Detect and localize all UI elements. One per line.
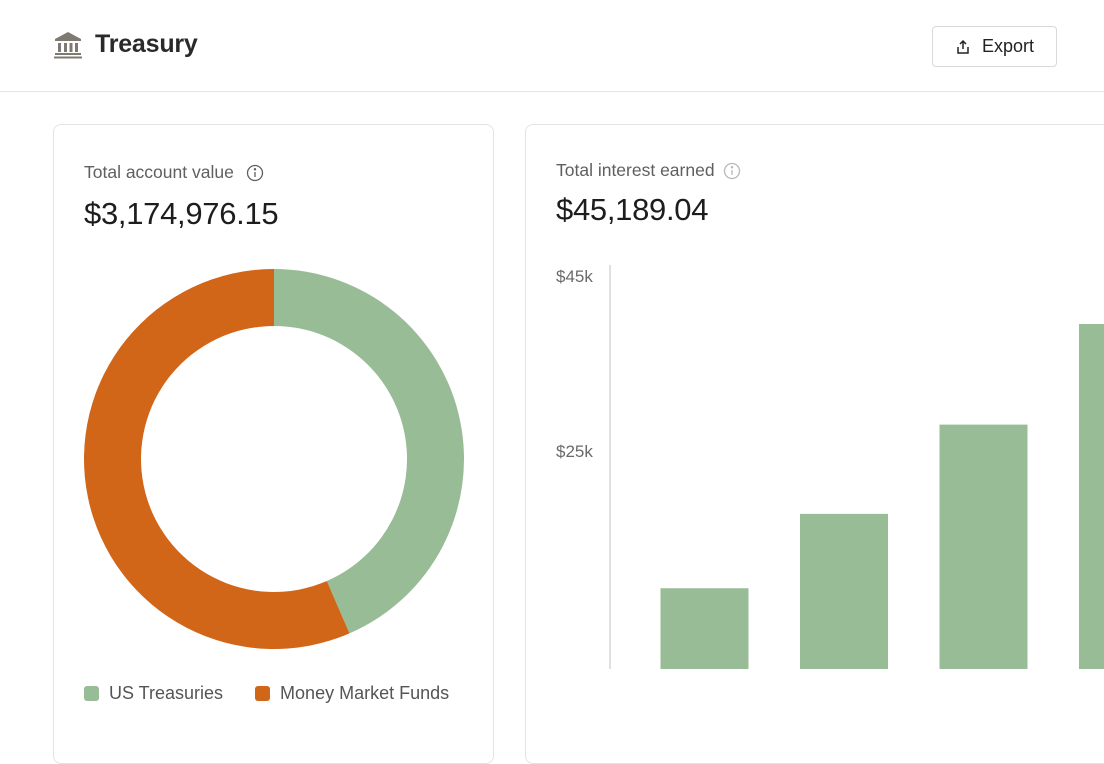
interest-bar-2[interactable]: [800, 513, 888, 669]
donut-legend: US Treasuries Money Market Funds: [84, 683, 481, 704]
export-icon: [957, 39, 969, 54]
account-value-label-row: Total account value: [84, 162, 264, 183]
page-title: Treasury: [95, 30, 198, 58]
interest-bar-4[interactable]: [1079, 324, 1104, 669]
allocation-donut-chart: [84, 269, 464, 649]
account-value: $3,174,976.15: [84, 196, 279, 231]
export-button[interactable]: Export: [932, 26, 1057, 67]
account-value-card: Total account value $3,174,976.15 US Tre…: [53, 124, 494, 764]
brand: Treasury: [53, 30, 198, 59]
interest-bar-1[interactable]: [660, 588, 749, 669]
interest-bar-3[interactable]: [939, 424, 1028, 669]
donut-slice-us-treasuries[interactable]: [274, 269, 464, 634]
legend-item-us-treasuries: US Treasuries: [84, 683, 223, 704]
info-icon[interactable]: [246, 164, 264, 182]
bank-icon: [54, 31, 82, 58]
legend-label-money-market-funds: Money Market Funds: [280, 683, 450, 703]
page-header: Treasury Export: [0, 0, 1104, 92]
export-button-label: Export: [981, 36, 1035, 56]
account-value-label: Total account value: [84, 162, 234, 182]
legend-swatch-us-treasuries: [84, 686, 99, 701]
interest-earned-card: Total interest earned $45,189.04 $45k $2…: [525, 124, 1104, 764]
legend-swatch-money-market-funds: [255, 686, 271, 701]
legend-label-us-treasuries: US Treasuries: [109, 683, 224, 703]
interest-bar-chart: [609, 265, 1104, 669]
legend-item-money-market-funds: Money Market Funds: [255, 683, 449, 704]
